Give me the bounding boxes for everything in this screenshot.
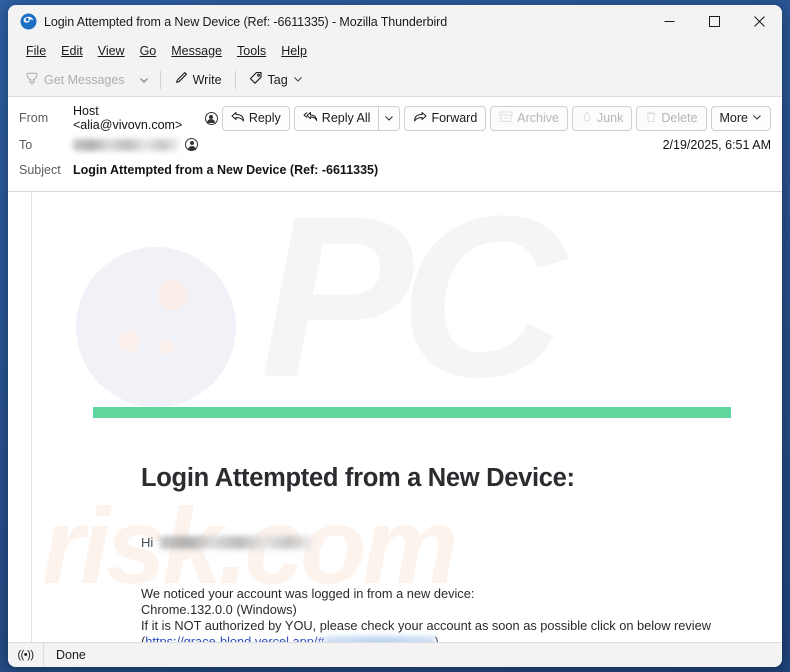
message-date: 2/19/2025, 6:51 AM — [662, 137, 771, 152]
get-messages-button[interactable]: Get Messages — [17, 68, 133, 91]
forward-button[interactable]: Forward — [404, 105, 487, 131]
menu-message[interactable]: Message — [164, 42, 229, 60]
broadcast-icon: ((•)) — [8, 642, 44, 667]
status-bar: ((•)) Done — [8, 642, 782, 667]
archive-icon — [499, 111, 513, 126]
body-line-1: We noticed your account was logged in fr… — [141, 586, 475, 601]
subject-value: Login Attempted from a New Device (Ref: … — [73, 162, 379, 177]
to-recipient-redacted — [73, 138, 179, 151]
download-icon — [25, 71, 39, 88]
close-button[interactable] — [737, 5, 782, 38]
maximize-button[interactable] — [692, 5, 737, 38]
chevron-down-icon — [293, 73, 303, 87]
toolbar-separator-2 — [234, 70, 236, 89]
status-text: Done — [56, 648, 86, 662]
subject-row: Subject Login Attempted from a New Devic… — [19, 157, 771, 182]
menu-message-label: Message — [171, 43, 222, 58]
menu-file-label: File — [26, 43, 47, 58]
menu-tools-label: Tools — [237, 43, 267, 58]
greeting-text: Hi — [141, 535, 154, 550]
menu-edit-label: Edit — [61, 43, 83, 58]
to-label: To — [19, 137, 33, 152]
delete-button: Delete — [636, 105, 707, 131]
minimize-button[interactable] — [647, 5, 692, 38]
email-body-paragraph-1: We noticed your account was logged in fr… — [141, 586, 711, 642]
reply-all-label: Reply All — [321, 111, 371, 125]
get-messages-label: Get Messages — [44, 72, 125, 87]
thunderbird-icon — [20, 13, 37, 30]
reply-button[interactable]: Reply — [221, 105, 290, 131]
window-title: Login Attempted from a New Device (Ref: … — [44, 14, 448, 29]
main-toolbar: Get Messages Write Tag — [8, 63, 782, 97]
tag-icon — [249, 71, 263, 88]
write-button[interactable]: Write — [166, 68, 230, 91]
email-greeting: Hi — [141, 535, 313, 550]
title-bar: Login Attempted from a New Device (Ref: … — [8, 5, 782, 38]
menu-help-label: Help — [281, 43, 307, 58]
url-redacted — [324, 636, 435, 642]
delete-label: Delete — [661, 111, 698, 125]
subject-label: Subject — [19, 162, 61, 177]
menu-go-label: Go — [139, 43, 157, 58]
tag-label: Tag — [267, 72, 288, 87]
from-address: Host <alia@vivovn.com> — [73, 104, 183, 132]
body-line-3: If it is NOT authorized by YOU, please c… — [141, 618, 711, 633]
write-label: Write — [192, 72, 222, 87]
watermark-dot — [118, 330, 140, 352]
forward-icon — [413, 111, 427, 126]
junk-flame-icon — [581, 111, 593, 126]
message-actions: Reply Reply All Forward Archive Junk Del… — [218, 105, 771, 131]
more-label: More — [719, 111, 748, 125]
message-body: PC risk.com Login Attempted from a New D… — [8, 192, 782, 642]
thunderbird-window: Login Attempted from a New Device (Ref: … — [8, 5, 782, 667]
greeting-name-redacted — [160, 536, 313, 549]
menu-file[interactable]: File — [19, 42, 53, 60]
menu-view[interactable]: View — [91, 42, 132, 60]
from-label: From — [19, 111, 49, 125]
menu-help[interactable]: Help — [274, 42, 314, 60]
archive-button: Archive — [490, 105, 568, 131]
reply-label: Reply — [248, 111, 281, 125]
menu-go[interactable]: Go — [133, 42, 164, 60]
chevron-down-icon — [752, 111, 762, 125]
more-button[interactable]: More — [710, 105, 771, 131]
phishing-link[interactable]: https://grace-blond.vercel.app/# — [145, 634, 324, 642]
reply-all-button[interactable]: Reply All — [293, 105, 380, 131]
reply-all-dropdown[interactable] — [379, 105, 401, 131]
tag-button[interactable]: Tag — [241, 68, 311, 91]
body-url-line: (https://grace-blond.vercel.app/#). — [141, 634, 711, 642]
pencil-icon — [174, 71, 188, 88]
contact-icon[interactable] — [204, 111, 218, 125]
watermark-dot — [160, 340, 174, 354]
menu-tools[interactable]: Tools — [230, 42, 273, 60]
from-row: From Host <alia@vivovn.com> Reply Reply … — [19, 104, 771, 132]
menu-bar: File Edit View Go Message Tools Help — [8, 38, 782, 63]
url-close-paren: ). — [434, 634, 443, 642]
window-controls — [647, 5, 782, 38]
to-row: To 2/19/2025, 6:51 AM — [19, 132, 771, 157]
reply-all-icon — [303, 111, 318, 126]
body-line-2: Chrome.132.0.0 (Windows) — [141, 602, 297, 617]
get-messages-dropdown[interactable] — [133, 72, 155, 88]
watermark-circle — [76, 247, 236, 407]
junk-label: Junk — [596, 111, 624, 125]
from-value[interactable]: Host <alia@vivovn.com> — [73, 104, 218, 132]
email-content-area: PC risk.com Login Attempted from a New D… — [32, 192, 782, 642]
menu-edit[interactable]: Edit — [54, 42, 90, 60]
to-value[interactable] — [73, 138, 198, 151]
forward-label: Forward — [431, 111, 478, 125]
accent-bar — [93, 407, 731, 418]
message-header: From Host <alia@vivovn.com> Reply Reply … — [8, 97, 782, 192]
toolbar-separator-1 — [159, 70, 161, 89]
menu-view-label: View — [97, 43, 125, 58]
trash-icon — [645, 111, 657, 126]
contact-icon[interactable] — [185, 138, 198, 151]
watermark-brand: PC — [260, 192, 565, 425]
junk-button: Junk — [571, 105, 633, 131]
archive-label: Archive — [517, 111, 559, 125]
watermark-dot — [158, 280, 188, 310]
email-heading: Login Attempted from a New Device: — [141, 464, 575, 492]
reply-icon — [231, 111, 245, 126]
